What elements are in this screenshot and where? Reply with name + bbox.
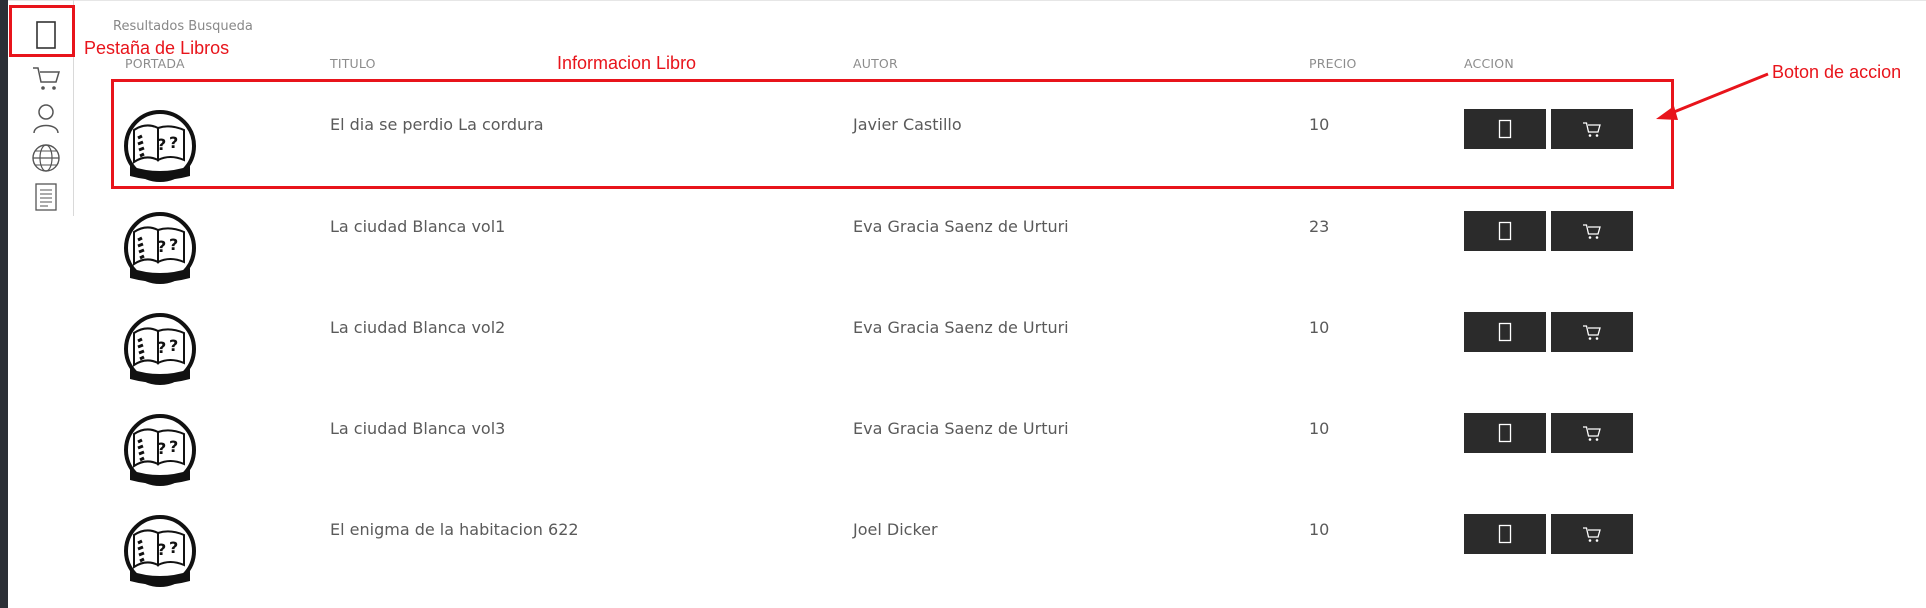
- cart-icon: [1583, 325, 1601, 340]
- annotation-tab-box: [9, 5, 75, 57]
- svg-text:?: ?: [157, 439, 166, 458]
- add-to-cart-button[interactable]: [1551, 211, 1633, 251]
- book-cover-image: ? ?: [124, 313, 196, 385]
- annotation-info-label: Informacion Libro: [557, 53, 697, 73]
- book-author: Eva Gracia Saenz de Urturi: [853, 318, 1069, 337]
- table-row: ? ? El enigma de la habitacion 622 Joel …: [110, 489, 1670, 589]
- sidebar-item-globe[interactable]: [28, 140, 64, 176]
- book-icon: [1498, 423, 1512, 443]
- sidebar-item-user[interactable]: [28, 100, 64, 136]
- column-header-autor: AUTOR: [853, 56, 898, 71]
- svg-text:?: ?: [157, 237, 166, 256]
- top-divider: [8, 0, 1926, 1]
- book-price: 23: [1309, 217, 1330, 236]
- book-price: 10: [1309, 520, 1330, 539]
- view-book-button[interactable]: [1464, 514, 1546, 554]
- cart-icon: [1583, 527, 1601, 542]
- svg-text:?: ?: [157, 338, 166, 357]
- book-title: El enigma de la habitacion 622: [330, 520, 579, 539]
- add-to-cart-button[interactable]: [1551, 514, 1633, 554]
- view-book-button[interactable]: [1464, 312, 1546, 352]
- svg-text:?: ?: [169, 235, 178, 254]
- book-icon: [1498, 221, 1512, 241]
- column-header-accion: ACCION: [1464, 56, 1514, 71]
- annotation-info-box: [111, 79, 1674, 189]
- book-cover-image: ? ?: [124, 414, 196, 486]
- svg-text:?: ?: [169, 336, 178, 355]
- book-title: La ciudad Blanca vol1: [330, 217, 506, 236]
- svg-text:?: ?: [157, 540, 166, 559]
- page-title: Resultados Busqueda: [113, 19, 253, 34]
- cart-icon: [1583, 224, 1601, 239]
- add-to-cart-button[interactable]: [1551, 413, 1633, 453]
- user-icon: [33, 104, 59, 134]
- annotation-action-label: Boton de accion: [1772, 62, 1902, 82]
- svg-text:?: ?: [169, 538, 178, 557]
- view-book-button[interactable]: [1464, 211, 1546, 251]
- column-header-precio: PRECIO: [1309, 56, 1357, 71]
- view-book-button[interactable]: [1464, 413, 1546, 453]
- cart-icon: [33, 67, 61, 90]
- sidebar-item-cart[interactable]: [28, 60, 64, 96]
- book-title: La ciudad Blanca vol2: [330, 318, 506, 337]
- book-title: La ciudad Blanca vol3: [330, 419, 506, 438]
- sidebar-item-documents[interactable]: [28, 179, 64, 215]
- svg-text:?: ?: [169, 437, 178, 456]
- book-author: Eva Gracia Saenz de Urturi: [853, 217, 1069, 236]
- window-edge: [0, 0, 8, 608]
- book-author: Joel Dicker: [853, 520, 938, 539]
- column-header-titulo: TITULO: [330, 56, 376, 71]
- book-icon: [1498, 524, 1512, 544]
- table-row: ? ? La ciudad Blanca vol2 Eva Gracia Sae…: [110, 287, 1670, 387]
- annotation-tab-label: Pestaña de Libros: [84, 38, 230, 58]
- document-icon: [35, 183, 57, 211]
- book-price: 10: [1309, 419, 1330, 438]
- book-cover-image: ? ?: [124, 515, 196, 587]
- add-to-cart-button[interactable]: [1551, 312, 1633, 352]
- cart-icon: [1583, 426, 1601, 441]
- table-row: ? ? La ciudad Blanca vol1 Eva Gracia Sae…: [110, 186, 1670, 286]
- table-row: ? ? La ciudad Blanca vol3 Eva Gracia Sae…: [110, 388, 1670, 488]
- globe-icon: [32, 144, 60, 172]
- annotation-arrow: [1656, 72, 1769, 120]
- book-price: 10: [1309, 318, 1330, 337]
- book-author: Eva Gracia Saenz de Urturi: [853, 419, 1069, 438]
- book-cover-image: ? ?: [124, 212, 196, 284]
- book-icon: [1498, 322, 1512, 342]
